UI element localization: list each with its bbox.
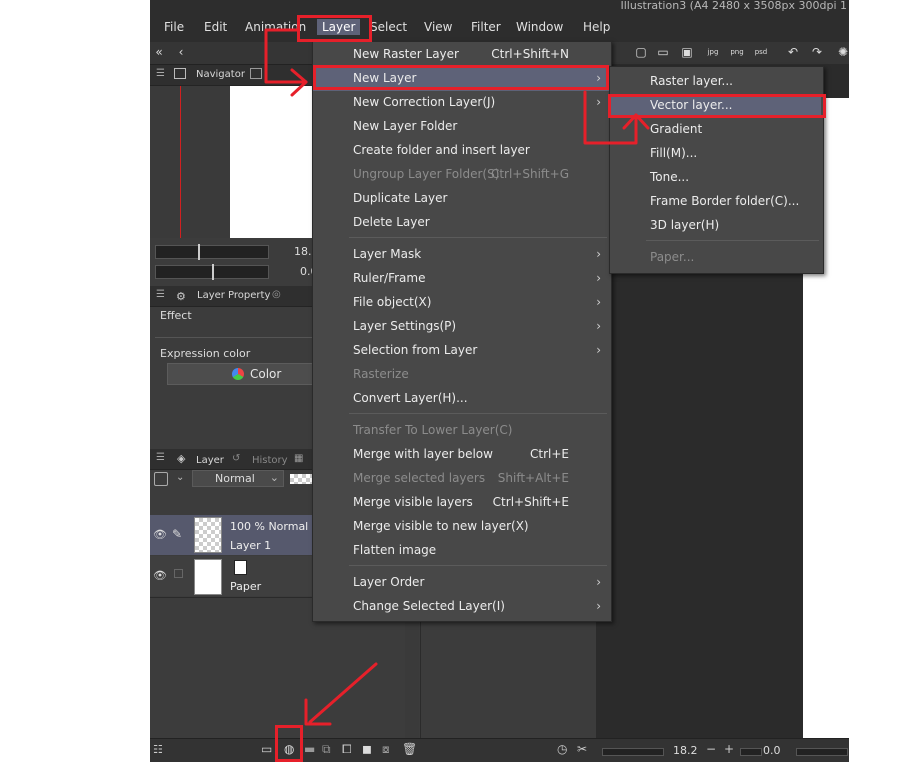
annotation-arrow-to-vector-layer	[583, 90, 638, 145]
annotation-arrows	[264, 28, 650, 726]
annotation-arrow-to-new-layer	[264, 28, 308, 84]
annotation-arrow-to-button	[308, 662, 378, 724]
